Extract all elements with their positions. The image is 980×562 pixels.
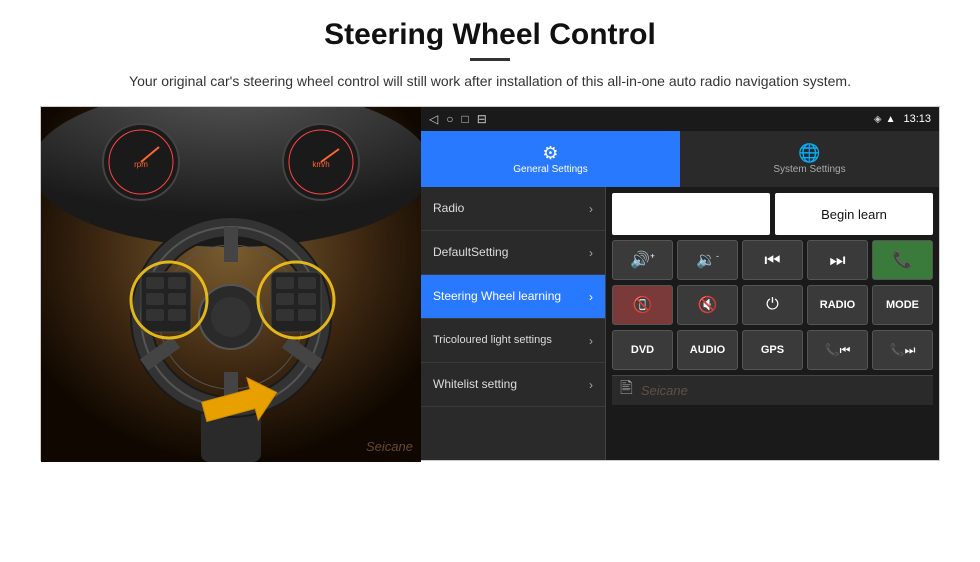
menu-radio-chevron: › <box>589 202 593 216</box>
call-icon: 📞 <box>893 250 913 270</box>
call-next-icon: 📞⏭ <box>890 343 916 358</box>
begin-learn-button[interactable]: Begin learn <box>775 193 933 235</box>
signal-icon: ▲ <box>886 114 896 125</box>
menu-item-default[interactable]: DefaultSetting › <box>421 231 605 275</box>
power-button[interactable]: ⏻ <box>742 285 803 325</box>
back-nav-icon[interactable]: ◁ <box>429 112 438 126</box>
menu-item-whitelist[interactable]: Whitelist setting › <box>421 363 605 407</box>
page-container: Steering Wheel Control Your original car… <box>0 0 980 562</box>
general-settings-icon: ⚙ <box>542 143 558 164</box>
menu-steering-label: Steering Wheel learning <box>433 289 589 303</box>
menu-whitelist-label: Whitelist setting <box>433 377 589 391</box>
menu-panel: Radio › DefaultSetting › Steering Wheel … <box>421 187 606 460</box>
dvd-button[interactable]: DVD <box>612 330 673 370</box>
tab-bar: ⚙ General Settings 🌐 System Settings <box>421 131 939 187</box>
gps-label: GPS <box>761 344 784 356</box>
learn-input-field[interactable] <box>612 193 770 235</box>
main-content: Radio › DefaultSetting › Steering Wheel … <box>421 187 939 460</box>
menu-item-tricoloured[interactable]: Tricoloured light settings › <box>421 319 605 363</box>
call-answer-button[interactable]: 📞 <box>872 240 933 280</box>
system-settings-label: System Settings <box>773 164 845 175</box>
bottom-strip: 🖹 Seicane <box>612 375 933 405</box>
status-bar: ◁ ○ □ ⊟ ◈ ▲ 13:13 <box>421 107 939 131</box>
car-illustration: rpm km/h <box>41 107 421 462</box>
hangup-icon: 📵 <box>633 295 653 315</box>
tab-general-settings[interactable]: ⚙ General Settings <box>421 131 680 187</box>
next-track-button[interactable]: ⏭ <box>807 240 868 280</box>
vol-down-button[interactable]: 🔉- <box>677 240 738 280</box>
page-title: Steering Wheel Control <box>324 18 656 52</box>
general-settings-label: General Settings <box>513 164 588 175</box>
android-panel: ◁ ○ □ ⊟ ◈ ▲ 13:13 ⚙ General Settings <box>421 107 939 460</box>
location-icon: ◈ <box>874 114 882 125</box>
menu-default-chevron: › <box>589 246 593 260</box>
vol-down-icon: 🔉- <box>696 250 719 270</box>
watermark: Seicane <box>366 439 413 454</box>
control-panel: Begin learn 🔊+ 🔉- ⏮ <box>606 187 939 460</box>
status-time: 13:13 <box>903 113 931 125</box>
mode-label: MODE <box>886 299 919 311</box>
menu-steering-chevron: › <box>589 290 593 304</box>
menu-tricoloured-label: Tricoloured light settings <box>433 334 589 347</box>
system-settings-icon: 🌐 <box>798 143 820 164</box>
seicane-watermark: Seicane <box>641 383 688 398</box>
power-icon: ⏻ <box>766 296 779 314</box>
vol-up-button[interactable]: 🔊+ <box>612 240 673 280</box>
menu-whitelist-chevron: › <box>589 378 593 392</box>
menu-nav-icon[interactable]: ⊟ <box>477 112 487 126</box>
prev-icon: ⏮ <box>764 250 780 271</box>
page-subtitle: Your original car's steering wheel contr… <box>129 71 851 92</box>
menu-item-radio[interactable]: Radio › <box>421 187 605 231</box>
gps-button[interactable]: GPS <box>742 330 803 370</box>
mute-icon: 🔇 <box>698 295 718 315</box>
mute-button[interactable]: 🔇 <box>677 285 738 325</box>
next-icon: ⏭ <box>829 250 845 271</box>
home-nav-icon[interactable]: ○ <box>446 112 453 126</box>
radio-button[interactable]: RADIO <box>807 285 868 325</box>
title-divider <box>470 58 510 61</box>
content-area: rpm km/h <box>40 106 940 461</box>
recents-nav-icon[interactable]: □ <box>461 112 468 126</box>
call-prev-icon: 📞⏮ <box>825 343 851 358</box>
car-image-panel: rpm km/h <box>41 107 421 462</box>
tab-system-settings[interactable]: 🌐 System Settings <box>680 131 939 187</box>
audio-label: AUDIO <box>690 344 725 356</box>
menu-item-steering[interactable]: Steering Wheel learning › <box>421 275 605 319</box>
car-background: rpm km/h <box>41 107 421 462</box>
control-grid-row1: 🔊+ 🔉- ⏮ ⏭ 📞 <box>612 240 933 280</box>
control-grid-row2: 📵 🔇 ⏻ RADIO MODE <box>612 285 933 325</box>
audio-button[interactable]: AUDIO <box>677 330 738 370</box>
mode-button[interactable]: MODE <box>872 285 933 325</box>
status-bar-nav: ◁ ○ □ ⊟ <box>429 112 487 126</box>
menu-default-label: DefaultSetting <box>433 245 589 259</box>
dvd-label: DVD <box>631 344 654 356</box>
prev-track-button[interactable]: ⏮ <box>742 240 803 280</box>
call-prev-button[interactable]: 📞⏮ <box>807 330 868 370</box>
call-next-button[interactable]: 📞⏭ <box>872 330 933 370</box>
call-hangup-button[interactable]: 📵 <box>612 285 673 325</box>
control-grid-row3: DVD AUDIO GPS 📞⏮ 📞⏭ <box>612 330 933 370</box>
vol-up-icon: 🔊+ <box>630 250 655 270</box>
begin-learn-row: Begin learn <box>612 193 933 235</box>
radio-label: RADIO <box>820 299 855 311</box>
status-bar-info: ◈ ▲ 13:13 <box>874 113 931 125</box>
bottom-icon: 🖹 <box>620 377 633 404</box>
menu-tricoloured-chevron: › <box>589 334 593 348</box>
menu-radio-label: Radio <box>433 201 589 215</box>
